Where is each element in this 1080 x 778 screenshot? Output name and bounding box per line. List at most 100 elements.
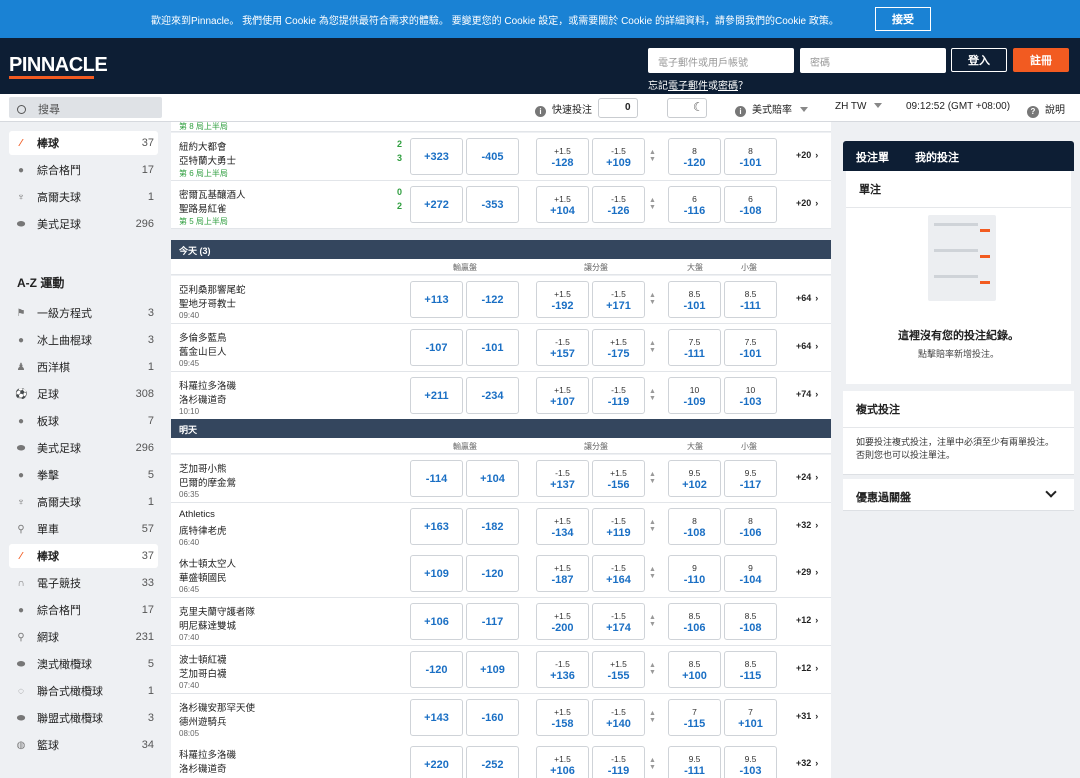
sidebar-item[interactable]: ⬬ 美式足球 296 bbox=[9, 436, 158, 460]
moneyline-home-button[interactable]: -114 bbox=[410, 460, 463, 497]
away-team[interactable]: 舊金山巨人 bbox=[179, 344, 227, 358]
sidebar-item[interactable]: ⬬ 美式足球 296 bbox=[9, 212, 158, 236]
moneyline-away-button[interactable]: -252 bbox=[466, 746, 519, 778]
away-team[interactable]: 芝加哥白襪 bbox=[179, 666, 227, 680]
email-field[interactable]: 電子郵件或用戶帳號 bbox=[648, 48, 794, 73]
sidebar-item[interactable]: ⬬ 聯盟式橄欖球 3 bbox=[9, 706, 158, 730]
spread-home-button[interactable]: +1.5 -187 bbox=[536, 555, 589, 592]
moneyline-away-button[interactable]: -405 bbox=[466, 138, 519, 175]
sidebar-item[interactable]: ♆ 高爾夫球 1 bbox=[9, 185, 158, 209]
under-button[interactable]: 8.5 -115 bbox=[724, 651, 777, 688]
signup-button[interactable]: 註冊 bbox=[1013, 48, 1069, 72]
sidebar-item[interactable]: ⚑ 一級方程式 3 bbox=[9, 301, 158, 325]
sidebar-item[interactable]: ∩ 電子競技 33 bbox=[9, 571, 158, 595]
moneyline-home-button[interactable]: -120 bbox=[410, 651, 463, 688]
over-button[interactable]: 9 -110 bbox=[668, 555, 721, 592]
sidebar-item[interactable]: ⚲ 單車 57 bbox=[9, 517, 158, 541]
sidebar-item[interactable]: ⁄ 棒球 37 bbox=[9, 544, 158, 568]
home-team[interactable]: 科羅拉多洛磯 bbox=[179, 747, 236, 761]
forgot-email-link[interactable]: 電子郵件 bbox=[668, 81, 708, 92]
sidebar-item[interactable]: ⚽ 足球 308 bbox=[9, 382, 158, 406]
sidebar-item[interactable]: ● 拳擊 5 bbox=[9, 463, 158, 487]
away-team[interactable]: 底特律老虎 bbox=[179, 523, 227, 537]
spread-home-button[interactable]: -1.5 +136 bbox=[536, 651, 589, 688]
more-markets-link[interactable]: +32 › bbox=[796, 520, 818, 530]
more-markets-link[interactable]: +32 › bbox=[796, 758, 818, 768]
moneyline-home-button[interactable]: +143 bbox=[410, 699, 463, 736]
spread-away-button[interactable]: +1.5 -155 bbox=[592, 651, 645, 688]
more-markets-link[interactable]: +12 › bbox=[796, 663, 818, 673]
spread-away-button[interactable]: -1.5 -126 bbox=[592, 186, 645, 223]
spread-adjust-icon[interactable]: ▲ ▼ bbox=[649, 662, 656, 676]
tab-my-bets[interactable]: 我的投注 bbox=[915, 149, 959, 165]
sidebar-item[interactable]: ● 綜合格鬥 17 bbox=[9, 598, 158, 622]
away-team[interactable]: 聖地牙哥教士 bbox=[179, 296, 236, 310]
spread-away-button[interactable]: -1.5 +174 bbox=[592, 603, 645, 640]
sidebar-item[interactable]: ⚲ 網球 231 bbox=[9, 625, 158, 649]
home-team[interactable]: Athletics bbox=[179, 509, 215, 520]
spread-home-button[interactable]: -1.5 +157 bbox=[536, 329, 589, 366]
spread-away-button[interactable]: -1.5 +119 bbox=[592, 508, 645, 545]
spread-away-button[interactable]: -1.5 -119 bbox=[592, 746, 645, 778]
more-markets-link[interactable]: +20 › bbox=[796, 198, 818, 208]
sidebar-item[interactable]: ♟ 西洋棋 1 bbox=[9, 355, 158, 379]
moneyline-away-button[interactable]: -234 bbox=[466, 377, 519, 414]
away-team[interactable]: 巴爾的摩金鶯 bbox=[179, 475, 236, 489]
over-button[interactable]: 8 -120 bbox=[668, 138, 721, 175]
under-button[interactable]: 10 -103 bbox=[724, 377, 777, 414]
away-team[interactable]: 洛杉磯道奇 bbox=[179, 392, 227, 406]
home-team[interactable]: 芝加哥小熊 bbox=[179, 461, 227, 475]
spread-adjust-icon[interactable]: ▲ ▼ bbox=[649, 757, 656, 771]
language-select[interactable]: ZH TW bbox=[835, 101, 883, 112]
home-team[interactable]: 密爾瓦基釀酒人 bbox=[179, 187, 246, 201]
away-team[interactable]: 明尼蘇達雙城 bbox=[179, 618, 236, 632]
moneyline-home-button[interactable]: +113 bbox=[410, 281, 463, 318]
spread-away-button[interactable]: -1.5 +140 bbox=[592, 699, 645, 736]
under-button[interactable]: 7 +101 bbox=[724, 699, 777, 736]
pinnacle-logo[interactable]: PINNACLE bbox=[9, 54, 108, 77]
moneyline-away-button[interactable]: -160 bbox=[466, 699, 519, 736]
under-button[interactable]: 7.5 -101 bbox=[724, 329, 777, 366]
sidebar-item[interactable]: ● 冰上曲棍球 3 bbox=[9, 328, 158, 352]
sidebar-item[interactable]: ● 板球 7 bbox=[9, 409, 158, 433]
over-button[interactable]: 8.5 -106 bbox=[668, 603, 721, 640]
away-team[interactable]: 聖路易紅雀 bbox=[179, 201, 227, 215]
spread-away-button[interactable]: -1.5 +171 bbox=[592, 281, 645, 318]
under-button[interactable]: 9 -104 bbox=[724, 555, 777, 592]
over-button[interactable]: 9.5 +102 bbox=[668, 460, 721, 497]
moneyline-away-button[interactable]: +104 bbox=[466, 460, 519, 497]
info-icon[interactable]: i bbox=[535, 106, 546, 117]
search-input[interactable]: 搜尋 bbox=[9, 97, 162, 118]
moneyline-home-button[interactable]: +109 bbox=[410, 555, 463, 592]
under-button[interactable]: 8.5 -111 bbox=[724, 281, 777, 318]
spread-adjust-icon[interactable]: ▲ ▼ bbox=[649, 149, 656, 163]
more-markets-link[interactable]: +20 › bbox=[796, 150, 818, 160]
sidebar-item[interactable]: ⁄ 棒球 37 bbox=[9, 131, 158, 155]
home-team[interactable]: 洛杉磯安那罕天使 bbox=[179, 700, 255, 714]
over-button[interactable]: 7.5 -111 bbox=[668, 329, 721, 366]
cookie-accept-button[interactable]: 接受 bbox=[875, 7, 931, 31]
sidebar-item[interactable]: ⬬ 澳式橄欖球 5 bbox=[9, 652, 158, 676]
more-markets-link[interactable]: +74 › bbox=[796, 389, 818, 399]
spread-adjust-icon[interactable]: ▲ ▼ bbox=[649, 566, 656, 580]
moneyline-away-button[interactable]: -182 bbox=[466, 508, 519, 545]
home-team[interactable]: 波士頓紅襪 bbox=[179, 652, 227, 666]
spread-adjust-icon[interactable]: ▲ ▼ bbox=[649, 614, 656, 628]
spread-home-button[interactable]: +1.5 -192 bbox=[536, 281, 589, 318]
spread-adjust-icon[interactable]: ▲ ▼ bbox=[649, 519, 656, 533]
over-button[interactable]: 10 -109 bbox=[668, 377, 721, 414]
moneyline-away-button[interactable]: -117 bbox=[466, 603, 519, 640]
more-markets-link[interactable]: +31 › bbox=[796, 711, 818, 721]
under-button[interactable]: 8 -101 bbox=[724, 138, 777, 175]
spread-home-button[interactable]: +1.5 -128 bbox=[536, 138, 589, 175]
spread-adjust-icon[interactable]: ▲ ▼ bbox=[649, 710, 656, 724]
moneyline-home-button[interactable]: -107 bbox=[410, 329, 463, 366]
spread-away-button[interactable]: -1.5 -119 bbox=[592, 377, 645, 414]
under-button[interactable]: 8 -106 bbox=[724, 508, 777, 545]
over-button[interactable]: 8.5 -101 bbox=[668, 281, 721, 318]
spread-adjust-icon[interactable]: ▲ ▼ bbox=[649, 292, 656, 306]
moneyline-away-button[interactable]: +109 bbox=[466, 651, 519, 688]
home-team[interactable]: 亞利桑那響尾蛇 bbox=[179, 282, 246, 296]
spread-adjust-icon[interactable]: ▲ ▼ bbox=[649, 388, 656, 402]
more-markets-link[interactable]: +64 › bbox=[796, 293, 818, 303]
